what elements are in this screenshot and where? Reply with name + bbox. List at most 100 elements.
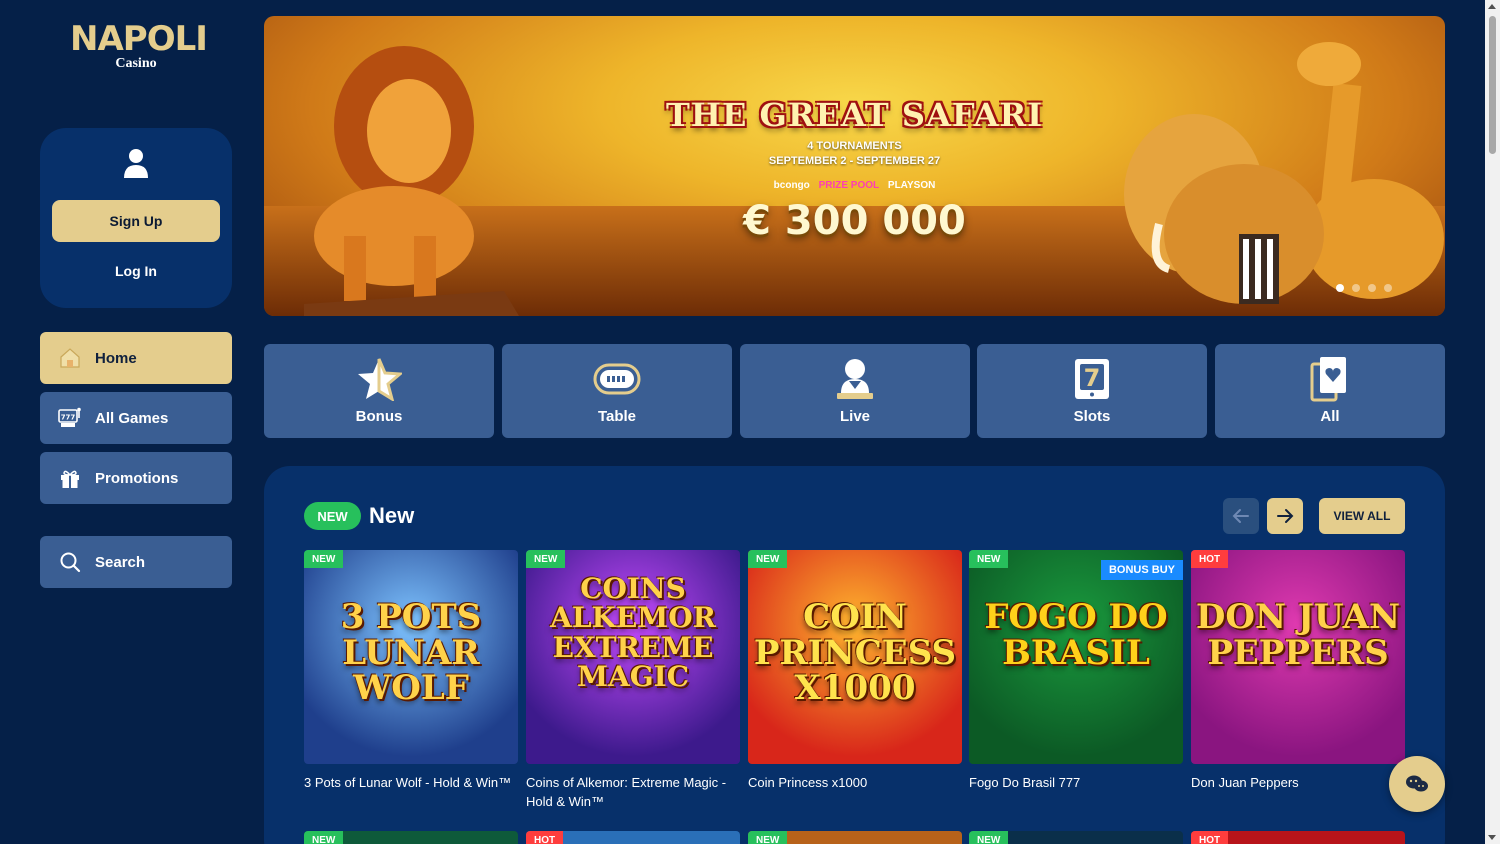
scroll-thumb[interactable] [1489,16,1496,154]
game-art-title: COINS ALKEMOR EXTREME MAGIC [550,572,716,694]
slider-dot[interactable] [1368,284,1376,292]
game-card[interactable]: 3 POTS LUNAR WOLF NEW 3 Pots of Lunar Wolf… [304,550,518,792]
game-title[interactable]: 3 Pots of Lunar Wolf - Hold & Win™ [304,773,518,792]
slider-dot[interactable] [1352,284,1360,292]
game-title[interactable]: Don Juan Peppers [1191,773,1405,792]
napoli-logo[interactable]: NAPOLI Casino [70,19,208,72]
game-card[interactable]: FOGO DO BRASIL NEW BONUS BUY Fogo Do Brasil… [969,550,1183,792]
category-live[interactable]: Live [740,344,970,438]
section-new-badge: NEW [304,502,361,530]
nav-all-games-label: All Games [95,409,169,427]
nav-home-label: Home [95,349,137,367]
banner-title: THE GREAT SAFARI [665,96,1044,134]
slider-dots [1336,284,1392,292]
game-card[interactable]: COIN PRINCESS X1000 NEW Coin Princess x100… [748,550,962,792]
nav-search-label: Search [95,553,146,571]
game-art-title: FOGO DO BRASIL [984,597,1168,673]
arrow-right-icon [1277,509,1294,523]
svg-text:777: 777 [61,414,76,422]
gift-icon [58,466,82,490]
table-icon [593,356,641,402]
nav-all-games[interactable]: 777 All Games [40,392,232,444]
banner-prize: € 300 000 [743,198,966,244]
nav-promotions-label: Promotions [95,469,179,487]
star-icon [355,356,403,402]
game-thumbnail[interactable]: COIN PRINCESS X1000 NEW [748,550,962,764]
game-tag-badge: NEW [748,831,788,844]
brand-playson: PLAYSON [887,180,936,191]
game-thumbnail[interactable]: DON JUAN PEPPERS HOT [1191,550,1405,764]
view-all-button[interactable]: VIEW ALL [1319,498,1405,534]
cards-icon [1306,356,1354,402]
game-thumbnail[interactable]: 3 POTS LUNAR WOLF NEW [304,550,518,764]
log-in-button[interactable]: Log In [52,256,220,286]
brand-bcongo: bcongo [773,180,810,191]
game-thumbnail[interactable]: NEW [304,831,518,844]
user-icon [124,149,148,178]
carousel-next-button[interactable] [1267,498,1303,534]
game-tag-badge: NEW [526,550,566,568]
category-bonus-label: Bonus [355,408,403,425]
sign-up-button[interactable]: Sign Up [52,200,220,242]
category-slots[interactable]: 7 Slots [977,344,1207,438]
game-title[interactable]: Coin Princess x1000 [748,773,962,792]
nav-search[interactable]: Search [40,536,232,588]
game-tag-badge: NEW [748,550,788,568]
game-title[interactable]: Fogo Do Brasil 777 [969,773,1183,792]
nav-home[interactable]: Home [40,332,232,384]
carousel-prev-button[interactable] [1223,498,1259,534]
logo-subtitle: Casino [115,56,157,71]
game-art-title: DON JUAN PEPPERS [1195,597,1401,673]
home-icon [58,346,82,370]
game-art-title: 3 POTS LUNAR WOLF [340,597,482,709]
slot-machine-icon: 777 [58,406,82,430]
game-title[interactable]: Coins of Alkemor: Extreme Magic - Hold &… [526,773,740,811]
game-card[interactable]: COINS ALKEMOR EXTREME MAGIC NEW Coins of A… [526,550,740,811]
banner-subtitle: 4 TOURNAMENTS [807,140,902,152]
game-tag-badge: NEW [969,831,1009,844]
slider-dot[interactable] [1336,284,1344,292]
game-thumbnail[interactable]: FOGO DO BRASIL NEW BONUS BUY [969,550,1183,764]
promo-banner[interactable]: THE GREAT SAFARI 4 TOURNAMENTS SEPTEMBER… [264,16,1445,316]
logo-wordmark: NAPOLI [70,19,208,59]
game-thumbnail[interactable]: NEW [748,831,962,844]
svg-text:7: 7 [1084,364,1101,392]
search-icon [58,550,82,574]
category-table[interactable]: Table [502,344,732,438]
scroll-down-arrow[interactable] [1488,835,1496,840]
bonus-buy-badge: BONUS BUY [1100,560,1183,580]
game-thumbnail[interactable]: COINS ALKEMOR EXTREME MAGIC NEW [526,550,740,764]
nav-promotions[interactable]: Promotions [40,452,232,504]
category-table-label: Table [597,408,637,425]
scroll-up-arrow[interactable] [1488,4,1496,9]
game-thumbnail[interactable]: NEW [969,831,1183,844]
banner-dates: SEPTEMBER 2 - SEPTEMBER 27 [768,155,941,167]
account-card: Sign Up Log In [40,128,232,308]
slot-icon: 7 [1068,356,1116,402]
chat-icon [1406,775,1428,792]
category-bonus[interactable]: Bonus [264,344,494,438]
game-tag-badge: HOT [1191,550,1229,568]
game-art-title: COIN PRINCESS X1000 [753,597,957,709]
category-slots-label: Slots [1073,408,1111,425]
lion-illustration [304,46,519,316]
game-thumbnail[interactable]: HOT [1191,831,1405,844]
game-tag-badge: NEW [304,831,344,844]
game-tag-badge: HOT [526,831,564,844]
arrow-left-icon [1232,509,1249,523]
slider-dot[interactable] [1384,284,1392,292]
game-card[interactable]: DON JUAN PEPPERS HOT Don Juan Peppers [1191,550,1405,792]
game-tag-badge: NEW [304,550,344,568]
brand-prize-pool: PRIZE POOL [818,180,880,191]
game-tag-badge: HOT [1191,831,1229,844]
category-all[interactable]: All [1215,344,1445,438]
game-thumbnail[interactable]: HOT [526,831,740,844]
banner-brands: bcongo PRIZE POOL PLAYSON [264,180,1445,191]
page-scrollbar[interactable] [1485,0,1500,844]
animals-illustration [1124,42,1444,304]
category-live-label: Live [839,408,870,425]
dealer-icon [831,356,879,402]
chat-button[interactable] [1389,756,1445,812]
section-title: New [369,503,415,528]
category-all-label: All [1320,408,1340,425]
